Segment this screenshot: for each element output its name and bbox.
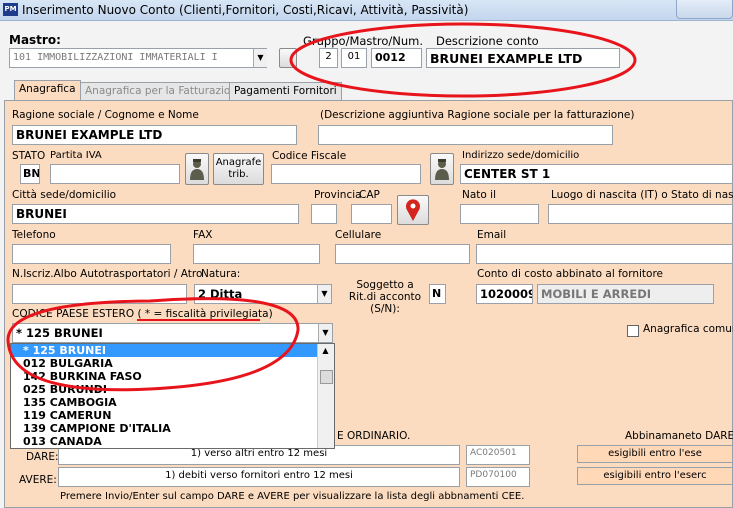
annotation-ellipse-top <box>289 22 637 98</box>
annotation-overlay <box>6 22 637 392</box>
annotation-ellipse-country <box>6 297 300 392</box>
